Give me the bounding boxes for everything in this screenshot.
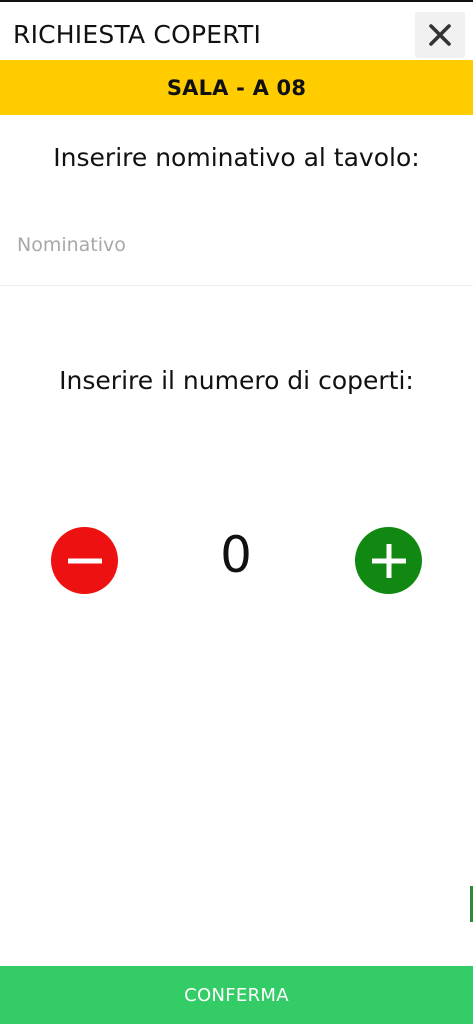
close-button[interactable] — [415, 12, 465, 58]
minus-icon — [67, 558, 102, 563]
room-table-banner: SALA - A 08 — [0, 60, 473, 115]
increment-button[interactable] — [355, 527, 422, 594]
room-table-label: SALA - A 08 — [166, 75, 307, 100]
divider — [0, 285, 473, 286]
name-field-label: Inserire nominativo al tavolo: — [53, 143, 420, 172]
covers-request-screen: RICHIESTA COPERTI SALA - A 08 Inserire n… — [0, 0, 473, 1024]
confirm-button-label: CONFERMA — [184, 984, 289, 1006]
confirm-button[interactable]: CONFERMA — [0, 966, 473, 1024]
covers-counter: 0 — [220, 526, 252, 584]
close-icon — [429, 24, 451, 46]
header-bar: RICHIESTA COPERTI — [0, 2, 473, 60]
covers-count-label: Inserire il numero di coperti: — [59, 366, 414, 395]
plus-icon — [371, 543, 406, 578]
page-title: RICHIESTA COPERTI — [13, 20, 262, 49]
decrement-button[interactable] — [51, 527, 118, 594]
name-input[interactable] — [17, 223, 457, 267]
